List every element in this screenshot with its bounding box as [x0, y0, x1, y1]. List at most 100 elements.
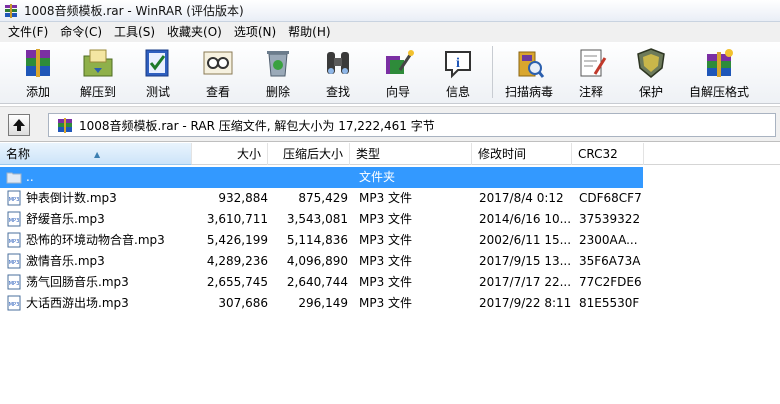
menu-favorites[interactable]: 收藏夹(O) — [161, 22, 228, 42]
file-modified: 2017/9/22 8:11 — [479, 296, 571, 310]
find-binoculars-icon — [327, 52, 349, 74]
menu-file[interactable]: 文件(F) — [2, 22, 54, 42]
test-button[interactable]: 测试 — [128, 42, 188, 102]
table-row[interactable]: MP3 恐怖的环境动物合音.mp3 5,426,199 5,114,836 MP… — [0, 230, 780, 251]
delete-button[interactable]: 删除 — [248, 42, 308, 102]
archive-path-text: 1008音频模板.rar - RAR 压缩文件, 解包大小为 17,222,46… — [79, 118, 435, 133]
file-packed-size: 296,149 — [298, 296, 348, 310]
rar-archive-icon — [58, 118, 72, 133]
column-packed-label: 压缩后大小 — [282, 147, 343, 161]
file-modified: 2017/7/17 22... — [479, 275, 571, 289]
up-folder-button[interactable] — [8, 114, 30, 136]
test-check-icon — [145, 49, 169, 77]
column-type-label: 类型 — [356, 147, 381, 161]
comment-label: 注释 — [578, 85, 603, 99]
table-row[interactable]: MP3 荡气回肠音乐.mp3 2,655,745 2,640,744 MP3 文… — [0, 272, 780, 293]
file-size: 932,884 — [218, 191, 268, 205]
column-name[interactable]: 名称 ▲ — [0, 143, 192, 165]
column-size[interactable]: 大小 — [192, 143, 268, 165]
file-crc: CDF68CF7 — [579, 191, 642, 205]
virus-scan-button[interactable]: 扫描病毒 — [497, 42, 561, 102]
sfx-label: 自解压格式 — [688, 85, 749, 99]
wizard-button[interactable]: 向导 — [368, 42, 428, 102]
virus-scan-icon — [518, 51, 545, 78]
file-type: MP3 文件 — [359, 296, 413, 310]
column-packed[interactable]: 压缩后大小 — [268, 143, 350, 165]
view-label: 查看 — [205, 85, 230, 99]
menu-options[interactable]: 选项(N) — [228, 22, 282, 42]
file-name: 钟表倒计数.mp3 — [26, 191, 117, 205]
extract-folder-icon — [83, 49, 113, 77]
protect-label: 保护 — [638, 85, 663, 99]
table-row[interactable]: MP3 钟表倒计数.mp3 932,884 875,429 MP3 文件 201… — [0, 188, 780, 209]
file-size: 4,289,236 — [206, 254, 268, 268]
sfx-button[interactable]: 自解压格式 — [681, 42, 757, 102]
find-label: 查找 — [325, 85, 350, 99]
mp3-file-icon: MP3 — [7, 232, 21, 248]
mp3-file-icon: MP3 — [7, 190, 21, 206]
path-bar: 1008音频模板.rar - RAR 压缩文件, 解包大小为 17,222,46… — [0, 106, 780, 142]
file-crc: 81E5530F — [579, 296, 640, 310]
file-modified: 2002/6/11 15... — [479, 233, 571, 247]
mp3-file-icon: MP3 — [7, 295, 21, 311]
file-packed-size: 2,640,744 — [286, 275, 348, 289]
add-button[interactable]: 添加 — [8, 42, 68, 102]
parent-folder-row[interactable]: .. 文件夹 — [0, 167, 643, 188]
column-crc[interactable]: CRC32 — [572, 143, 644, 165]
file-size: 5,426,199 — [206, 233, 268, 247]
view-glasses-icon — [203, 51, 233, 75]
file-crc: 37539322 — [579, 212, 641, 226]
file-name: 大话西游出场.mp3 — [26, 296, 129, 310]
svg-text:MP3: MP3 — [9, 197, 20, 203]
column-size-label: 大小 — [236, 147, 261, 161]
svg-text:MP3: MP3 — [9, 260, 20, 266]
info-icon: i — [445, 51, 471, 79]
mp3-file-icon: MP3 — [7, 253, 21, 269]
menu-commands[interactable]: 命令(C) — [54, 22, 108, 42]
file-name: 激情音乐.mp3 — [26, 254, 105, 268]
sfx-archive-icon — [707, 49, 733, 77]
wizard-wand-icon — [386, 50, 414, 74]
file-name: 荡气回肠音乐.mp3 — [26, 275, 129, 289]
file-modified: 2014/6/16 10... — [479, 212, 571, 226]
parent-folder-name: .. — [26, 170, 34, 184]
menu-help[interactable]: 帮助(H) — [282, 22, 336, 42]
window-title: 1008音频模板.rar - WinRAR (评估版本) — [24, 4, 244, 18]
up-arrow-icon — [13, 119, 25, 131]
table-row[interactable]: MP3 大话西游出场.mp3 307,686 296,149 MP3 文件 20… — [0, 293, 780, 314]
mp3-file-icon: MP3 — [7, 211, 21, 227]
find-button[interactable]: 查找 — [308, 42, 368, 102]
extract-button[interactable]: 解压到 — [68, 42, 128, 102]
file-packed-size: 3,543,081 — [286, 212, 348, 226]
file-type: MP3 文件 — [359, 275, 413, 289]
column-modified[interactable]: 修改时间 — [472, 143, 572, 165]
svg-text:i: i — [456, 56, 460, 71]
table-row[interactable]: MP3 舒缓音乐.mp3 3,610,711 3,543,081 MP3 文件 … — [0, 209, 780, 230]
sort-ascending-icon: ▲ — [94, 150, 101, 159]
column-header-row: 名称 ▲ 大小 压缩后大小 类型 修改时间 CRC32 — [0, 143, 780, 165]
title-bar: 1008音频模板.rar - WinRAR (评估版本) — [0, 0, 780, 22]
protect-button[interactable]: 保护 — [621, 42, 681, 102]
column-type[interactable]: 类型 — [350, 143, 472, 165]
table-row[interactable]: MP3 激情音乐.mp3 4,289,236 4,096,890 MP3 文件 … — [0, 251, 780, 272]
view-button[interactable]: 查看 — [188, 42, 248, 102]
file-type: MP3 文件 — [359, 254, 413, 268]
file-packed-size: 4,096,890 — [286, 254, 348, 268]
svg-text:MP3: MP3 — [9, 239, 20, 245]
info-button[interactable]: i 信息 — [428, 42, 488, 102]
add-label: 添加 — [25, 85, 50, 99]
file-size: 3,610,711 — [206, 212, 268, 226]
file-type: MP3 文件 — [359, 233, 413, 247]
toolbar-separator — [492, 46, 493, 98]
column-modified-label: 修改时间 — [478, 147, 527, 161]
svg-text:MP3: MP3 — [9, 281, 20, 287]
comment-button[interactable]: 注释 — [561, 42, 621, 102]
info-label: 信息 — [445, 85, 470, 99]
column-crc-label: CRC32 — [578, 147, 618, 161]
menu-tools[interactable]: 工具(S) — [108, 22, 161, 42]
svg-text:MP3: MP3 — [9, 302, 20, 308]
file-size: 2,655,745 — [206, 275, 268, 289]
comment-note-icon — [580, 49, 607, 77]
path-field[interactable]: 1008音频模板.rar - RAR 压缩文件, 解包大小为 17,222,46… — [48, 113, 776, 137]
file-size: 307,686 — [218, 296, 268, 310]
